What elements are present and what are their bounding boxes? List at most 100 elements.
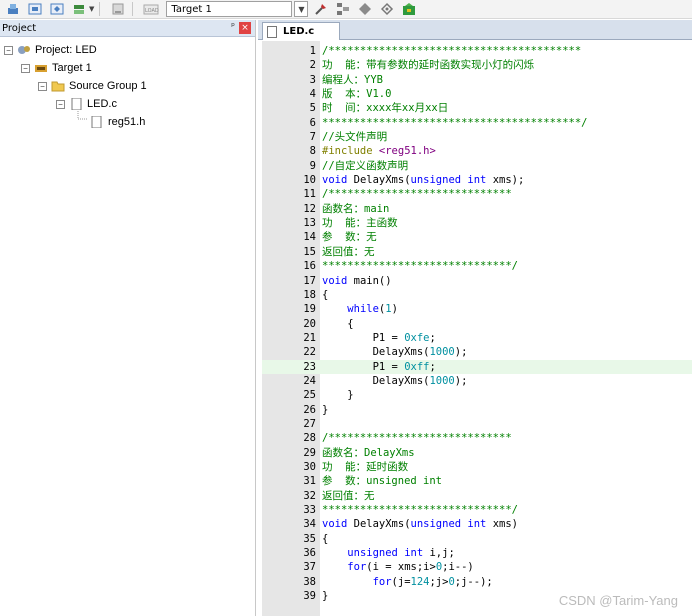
pin-icon[interactable]: ᵖ: [231, 22, 235, 32]
target-select[interactable]: Target 1: [166, 1, 293, 17]
stop-build-icon[interactable]: [109, 1, 127, 17]
code-line[interactable]: 25 }: [262, 388, 692, 402]
code-token: P1 =: [322, 331, 405, 344]
code-line[interactable]: 4 版 本：V1.0: [262, 87, 692, 101]
code-line[interactable]: 21 P1 = 0xfe;: [262, 331, 692, 345]
code-token: 1000: [429, 374, 455, 387]
code-line[interactable]: 28 /*****************************: [262, 431, 692, 445]
code-line[interactable]: 22 DelayXms(1000);: [262, 345, 692, 359]
collapse-icon[interactable]: −: [38, 81, 47, 91]
code-token: void: [322, 174, 348, 187]
tree-item-label: reg51.h: [108, 116, 146, 128]
code-line[interactable]: 33 ******************************/: [262, 503, 692, 517]
pack-installer-icon[interactable]: [400, 1, 418, 17]
close-panel-button[interactable]: ×: [239, 22, 251, 34]
line-number: 9: [309, 159, 316, 172]
code-line[interactable]: 11 /*****************************: [262, 187, 692, 201]
code-token: 函数名：DelayXms: [322, 446, 415, 459]
tree-item-reg51-h[interactable]: reg51.h: [90, 113, 145, 131]
code-line[interactable]: 16 ******************************/: [262, 259, 692, 273]
code-line[interactable]: 35 {: [262, 532, 692, 546]
code-token: unsigned int: [410, 174, 487, 187]
code-token: 0xff: [404, 360, 430, 373]
tree-item-label: Target 1: [52, 62, 92, 74]
code-line[interactable]: 15 返回值：无: [262, 245, 692, 259]
code-text: }: [322, 589, 328, 603]
code-line[interactable]: 3 编程人：YYB: [262, 73, 692, 87]
line-number: 37: [303, 561, 316, 574]
code-token: (j=: [391, 575, 411, 588]
build-icon[interactable]: [4, 1, 22, 17]
batch-build-icon[interactable]: [48, 1, 66, 17]
code-token: /*****************************: [322, 188, 512, 201]
folder-icon: [51, 81, 65, 92]
code-line[interactable]: 26}: [262, 403, 692, 417]
target-select-dropdown-icon[interactable]: ▼: [294, 1, 309, 17]
code-line[interactable]: 18 {: [262, 288, 692, 302]
code-text: /*****************************: [322, 187, 512, 201]
code-line[interactable]: 20 {: [262, 317, 692, 331]
code-line[interactable]: 24 DelayXms(1000);: [262, 374, 692, 388]
code-line[interactable]: 2 功 能：带有参数的延时函数实现小灯的闪烁: [262, 58, 692, 72]
code-line[interactable]: 6 ***************************************…: [262, 116, 692, 130]
line-number: 28: [303, 432, 316, 445]
code-line[interactable]: 8 #include <reg51.h>: [262, 144, 692, 158]
code-text: P1 = 0xfe;: [322, 331, 436, 345]
options-icon[interactable]: [312, 1, 330, 17]
dropdown-arrow-icon[interactable]: ▼: [89, 5, 94, 13]
select-pack-icon[interactable]: [356, 1, 374, 17]
code-line[interactable]: 30 功 能：延时函数: [262, 460, 692, 474]
code-line[interactable]: 32 返回值：无: [262, 489, 692, 503]
code-line[interactable]: 10 void DelayXms(unsigned int xms);: [262, 173, 692, 187]
code-line[interactable]: 19 while(1): [262, 302, 692, 316]
code-line[interactable]: 23 P1 = 0xff;: [262, 359, 692, 374]
multi-project-icon[interactable]: [378, 1, 396, 17]
line-number: 12: [303, 202, 316, 215]
code-token: 版 本：V1.0: [322, 88, 392, 101]
line-number: 30: [303, 460, 316, 473]
tree-item-target[interactable]: − Target 1: [21, 59, 92, 77]
load-icon[interactable]: LOAD: [142, 1, 160, 17]
tab-led-c[interactable]: LED.c: [262, 22, 340, 40]
code-line[interactable]: 1 /**************************************…: [262, 44, 692, 58]
code-token: ;: [429, 331, 436, 344]
code-text: ******************************/: [322, 503, 518, 517]
code-editor[interactable]: 1/**************************************…: [262, 41, 692, 616]
code-line[interactable]: 27: [262, 417, 692, 431]
tree-item-source-group[interactable]: − Source Group 1: [38, 77, 147, 95]
translate-icon[interactable]: [70, 1, 88, 17]
code-line[interactable]: 13 功 能：主函数: [262, 216, 692, 230]
code-line[interactable]: 29 函数名：DelayXms: [262, 446, 692, 460]
svg-text:LOAD: LOAD: [145, 8, 159, 14]
line-number: 11: [303, 188, 316, 201]
code-line[interactable]: 9 //自定义函数声明: [262, 159, 692, 173]
line-number: 32: [303, 489, 316, 502]
tree-item-label: Source Group 1: [69, 80, 147, 92]
code-token: 1000: [429, 346, 455, 359]
code-line[interactable]: 34 void DelayXms(unsigned int xms): [262, 517, 692, 531]
code-line[interactable]: 36 unsigned int i,j;: [262, 546, 692, 560]
code-text: 功 能：延时函数: [322, 460, 408, 474]
code-area[interactable]: 1/**************************************…: [262, 44, 692, 603]
tree-item-project[interactable]: − Project: LED: [4, 41, 97, 59]
code-text: for(j=124;j>0;j--);: [322, 575, 493, 589]
file-icon: [71, 98, 82, 110]
code-line[interactable]: 17 void main(): [262, 274, 692, 288]
collapse-icon[interactable]: −: [4, 45, 13, 55]
rebuild-icon[interactable]: [26, 1, 44, 17]
collapse-icon[interactable]: −: [56, 99, 65, 109]
code-line[interactable]: 37 for(i = xms;i>0;i--): [262, 560, 692, 574]
code-line[interactable]: 5 时 间：xxxx年xx月xx日: [262, 101, 692, 115]
code-line[interactable]: 38 for(j=124;j>0;j--);: [262, 575, 692, 589]
collapse-icon[interactable]: −: [21, 63, 30, 73]
manage-components-icon[interactable]: [334, 1, 352, 17]
code-text: 版 本：V1.0: [322, 87, 391, 101]
code-text: 参 数：unsigned int: [322, 474, 442, 488]
line-number: 13: [303, 217, 316, 230]
code-line[interactable]: 12 函数名：main: [262, 202, 692, 216]
code-line[interactable]: 31 参 数：unsigned int: [262, 474, 692, 488]
code-line[interactable]: 7 //头文件声明: [262, 130, 692, 144]
line-number: 6: [309, 116, 316, 129]
code-line[interactable]: 14 参 数：无: [262, 230, 692, 244]
